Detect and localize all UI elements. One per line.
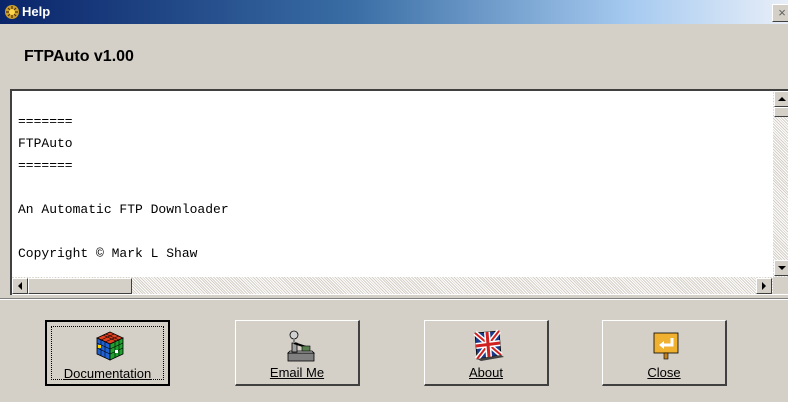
app-title: FTPAuto v1.00	[24, 48, 134, 65]
scrollbar-corner	[773, 277, 788, 294]
arrow-left-icon	[18, 282, 22, 290]
arrow-down-icon	[778, 266, 786, 270]
scroll-up-button[interactable]	[774, 91, 788, 107]
text-line: =======	[18, 158, 73, 173]
close-window-button[interactable]: ×	[772, 4, 788, 22]
separator	[0, 298, 788, 300]
text-line	[18, 177, 229, 199]
text-line: FTPAuto	[18, 136, 73, 151]
close-label: Close	[647, 365, 681, 380]
text-line: =======	[18, 114, 73, 129]
title-bar[interactable]: Help ×	[0, 0, 788, 24]
telegraph-key-icon	[287, 330, 315, 362]
about-button[interactable]: About	[424, 320, 549, 386]
rubiks-cube-icon	[96, 331, 124, 361]
help-app-icon	[5, 5, 19, 19]
arrow-up-icon	[778, 97, 786, 101]
scroll-right-button[interactable]	[756, 278, 772, 294]
window-title: Help	[22, 4, 51, 19]
arrow-right-icon	[762, 282, 766, 290]
email-me-button[interactable]: Email Me	[235, 320, 360, 386]
horizontal-scrollbar[interactable]	[12, 277, 773, 294]
text-line: An Automatic FTP Downloader	[18, 202, 229, 217]
scroll-down-button[interactable]	[774, 260, 788, 276]
documentation-label: Documentation	[63, 366, 152, 381]
vertical-scroll-thumb[interactable]	[774, 107, 788, 117]
text-line: Copyright © Mark L Shaw	[18, 246, 198, 261]
vertical-scrollbar[interactable]	[773, 91, 788, 277]
documentation-button[interactable]: Documentation	[45, 320, 170, 386]
help-text-area[interactable]: ======= FTPAuto ======= An Automatic FTP…	[10, 89, 788, 295]
union-jack-flag-icon	[473, 329, 504, 361]
email-me-label: Email Me	[269, 365, 325, 380]
help-text: ======= FTPAuto ======= An Automatic FTP…	[18, 111, 229, 265]
horizontal-scroll-thumb[interactable]	[28, 278, 132, 294]
help-window: Help × FTPAuto v1.00 ======= FTPAuto ===…	[0, 0, 788, 402]
about-label: About	[469, 365, 503, 380]
text-line	[18, 221, 229, 243]
scroll-left-button[interactable]	[12, 278, 28, 294]
exit-arrow-icon	[653, 332, 679, 360]
close-button[interactable]: Close	[602, 320, 727, 386]
